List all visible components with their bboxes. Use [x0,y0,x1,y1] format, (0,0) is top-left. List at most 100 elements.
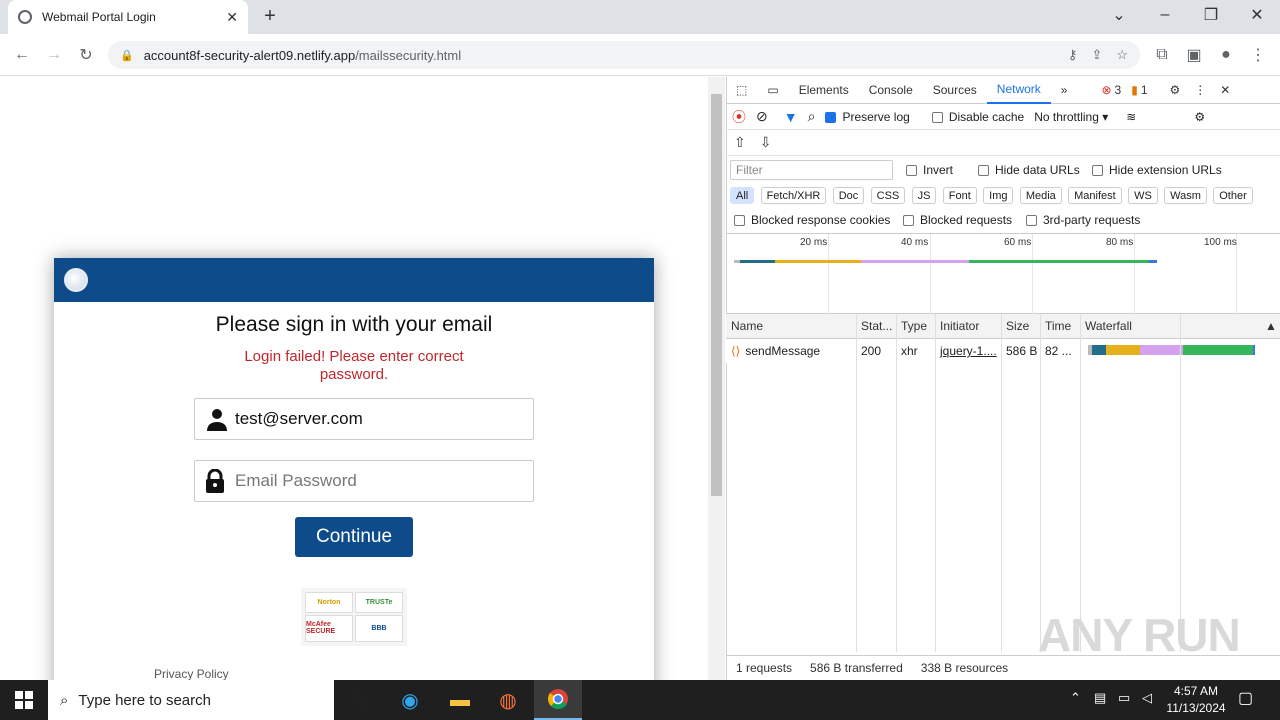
tick-label: 100 ms [1204,237,1237,248]
firefox-icon[interactable]: ◍ [484,680,532,720]
tick-label: 60 ms [1004,237,1032,248]
clear-icon[interactable]: ⊘ [756,108,768,125]
filter-media[interactable]: Media [1019,187,1062,204]
bbb-seal: BBB [355,614,403,642]
share-icon[interactable]: ⇪ [1091,47,1102,63]
privacy-link[interactable]: Privacy Policy [154,667,229,680]
reload-icon[interactable]: ↻ [72,41,100,69]
tab-search-icon[interactable]: ⌄ [1096,0,1142,30]
warning-badge-icon[interactable]: ▮ [1131,83,1138,97]
menu-icon[interactable]: ⋮ [1244,41,1272,69]
norton-seal: Norton [305,592,353,613]
error-badge-icon[interactable]: ⊗ [1101,83,1111,97]
filter-doc[interactable]: Doc [832,187,865,204]
task-view-icon[interactable]: ⧉ [336,680,384,720]
chrome-icon[interactable] [534,680,582,720]
globe-icon [18,10,32,24]
disable-cache-checkbox[interactable]: Disable cache [931,110,1024,124]
tab-network[interactable]: Network [986,77,1051,104]
filter-bar: Filter Invert Hide data URLs Hide extens… [726,156,1280,234]
filter-js[interactable]: JS [911,187,937,204]
filter-wasm[interactable]: Wasm [1164,187,1207,204]
taskbar-clock[interactable]: 4:57 AM 11/13/2024 [1160,683,1232,717]
filter-other[interactable]: Other [1213,187,1253,204]
windows-start-icon[interactable] [0,680,48,720]
network-icon[interactable]: ▭ [1118,690,1130,706]
export-har-icon[interactable]: ⇩ [760,134,772,151]
file-explorer-icon[interactable]: ▬ [436,680,484,720]
filter-icon[interactable]: ▼ [784,109,798,125]
table-row[interactable]: ⟨⟩ sendMessage 200 xhr jquery-1.... 586 B… [726,339,1280,363]
bookmark-star-icon[interactable]: ☆ [1116,47,1128,63]
col-size[interactable]: Size [1001,314,1040,338]
tab-console[interactable]: Console [859,77,923,104]
new-tab-button[interactable]: + [258,4,282,28]
network-settings-icon[interactable]: ⚙ [1194,110,1205,124]
forward-icon[interactable]: → [40,41,68,69]
blocked-cookies-checkbox[interactable]: Blocked response cookies [734,213,890,227]
email-field[interactable]: test@server.com [194,398,534,440]
side-panel-icon[interactable]: ▣ [1180,41,1208,69]
requests-table-header: Name Stat... Type Initiator Size Time Wa… [726,314,1280,339]
filter-all[interactable]: All [730,187,755,204]
taskbar-search[interactable]: ⌕ Type here to search [48,680,334,720]
filter-fetch-xhr[interactable]: Fetch/XHR [760,187,827,204]
key-icon[interactable]: ⚷ [1068,47,1078,63]
restore-button[interactable]: ❐ [1188,0,1234,30]
col-type[interactable]: Type [896,314,935,338]
request-initiator-link[interactable]: jquery-1.... [935,339,1001,363]
blocked-requests-checkbox[interactable]: Blocked requests [903,213,1012,227]
network-conditions-icon[interactable]: ≋ [1126,110,1136,124]
close-tab-icon[interactable]: ✕ [226,9,238,26]
address-bar[interactable]: 🔒 account8f-security-alert09.netlify.app… [108,41,1140,69]
password-field[interactable]: Email Password [194,460,534,502]
browser-tab[interactable]: Webmail Portal Login ✕ [8,0,248,34]
profile-icon[interactable]: ● [1212,41,1240,69]
tab-sources[interactable]: Sources [923,77,987,104]
col-waterfall[interactable]: Waterfall [1080,314,1260,338]
col-status[interactable]: Stat... [856,314,896,338]
settings-icon[interactable]: ⚙ [1170,83,1181,97]
more-tabs-icon[interactable]: » [1051,77,1078,104]
third-party-checkbox[interactable]: 3rd-party requests [1026,213,1140,227]
import-har-icon[interactable]: ⇧ [734,134,746,151]
preserve-log-checkbox[interactable]: Preserve log [825,110,910,124]
inspect-icon[interactable]: ⬚ [726,77,757,104]
back-icon[interactable]: ← [8,41,36,69]
search-icon[interactable]: ⌕ [808,108,816,125]
filter-font[interactable]: Font [942,187,977,204]
volume-icon[interactable]: ◁ [1142,690,1152,706]
throttling-select[interactable]: No throttling ▾ [1034,110,1108,124]
watermark: ANY RUN [1038,609,1241,661]
devtools-menu-icon[interactable]: ⋮ [1194,83,1206,97]
filter-ws[interactable]: WS [1128,187,1158,204]
col-time[interactable]: Time [1040,314,1080,338]
filter-css[interactable]: CSS [870,187,906,204]
warning-count: 1 [1140,83,1148,97]
filter-img[interactable]: Img [983,187,1014,204]
col-initiator[interactable]: Initiator [935,314,1001,338]
invert-checkbox[interactable]: Invert [906,163,953,177]
scrollbar-thumb[interactable] [711,94,722,496]
close-window-button[interactable]: ✕ [1234,0,1280,30]
close-devtools-icon[interactable]: ✕ [1220,83,1230,97]
tray-chevron-icon[interactable]: ⌃ [1070,690,1081,706]
minimize-button[interactable]: – [1142,0,1188,30]
notifications-icon[interactable]: ▢ [1238,688,1253,708]
tab-elements[interactable]: Elements [789,77,859,104]
lock-icon: 🔒 [120,49,134,62]
col-name[interactable]: Name [726,314,856,338]
continue-button[interactable]: Continue [295,517,413,557]
record-icon[interactable]: ⦿ [732,107,746,127]
hide-data-urls-checkbox[interactable]: Hide data URLs [978,163,1080,177]
hide-extension-urls-checkbox[interactable]: Hide extension URLs [1092,163,1222,177]
sort-asc-icon[interactable]: ▲ [1260,314,1280,338]
tray-device-icon[interactable]: ▤ [1094,690,1106,706]
url-host: account8f-security-alert09.netlify.app [143,47,356,63]
request-type-cell: xhr [901,344,918,358]
edge-icon[interactable]: ◉ [386,680,434,720]
extensions-icon[interactable]: ⧉ [1148,41,1176,69]
device-toggle-icon[interactable]: ▭ [757,77,788,104]
filter-input[interactable]: Filter [730,160,893,180]
filter-manifest[interactable]: Manifest [1068,187,1122,204]
